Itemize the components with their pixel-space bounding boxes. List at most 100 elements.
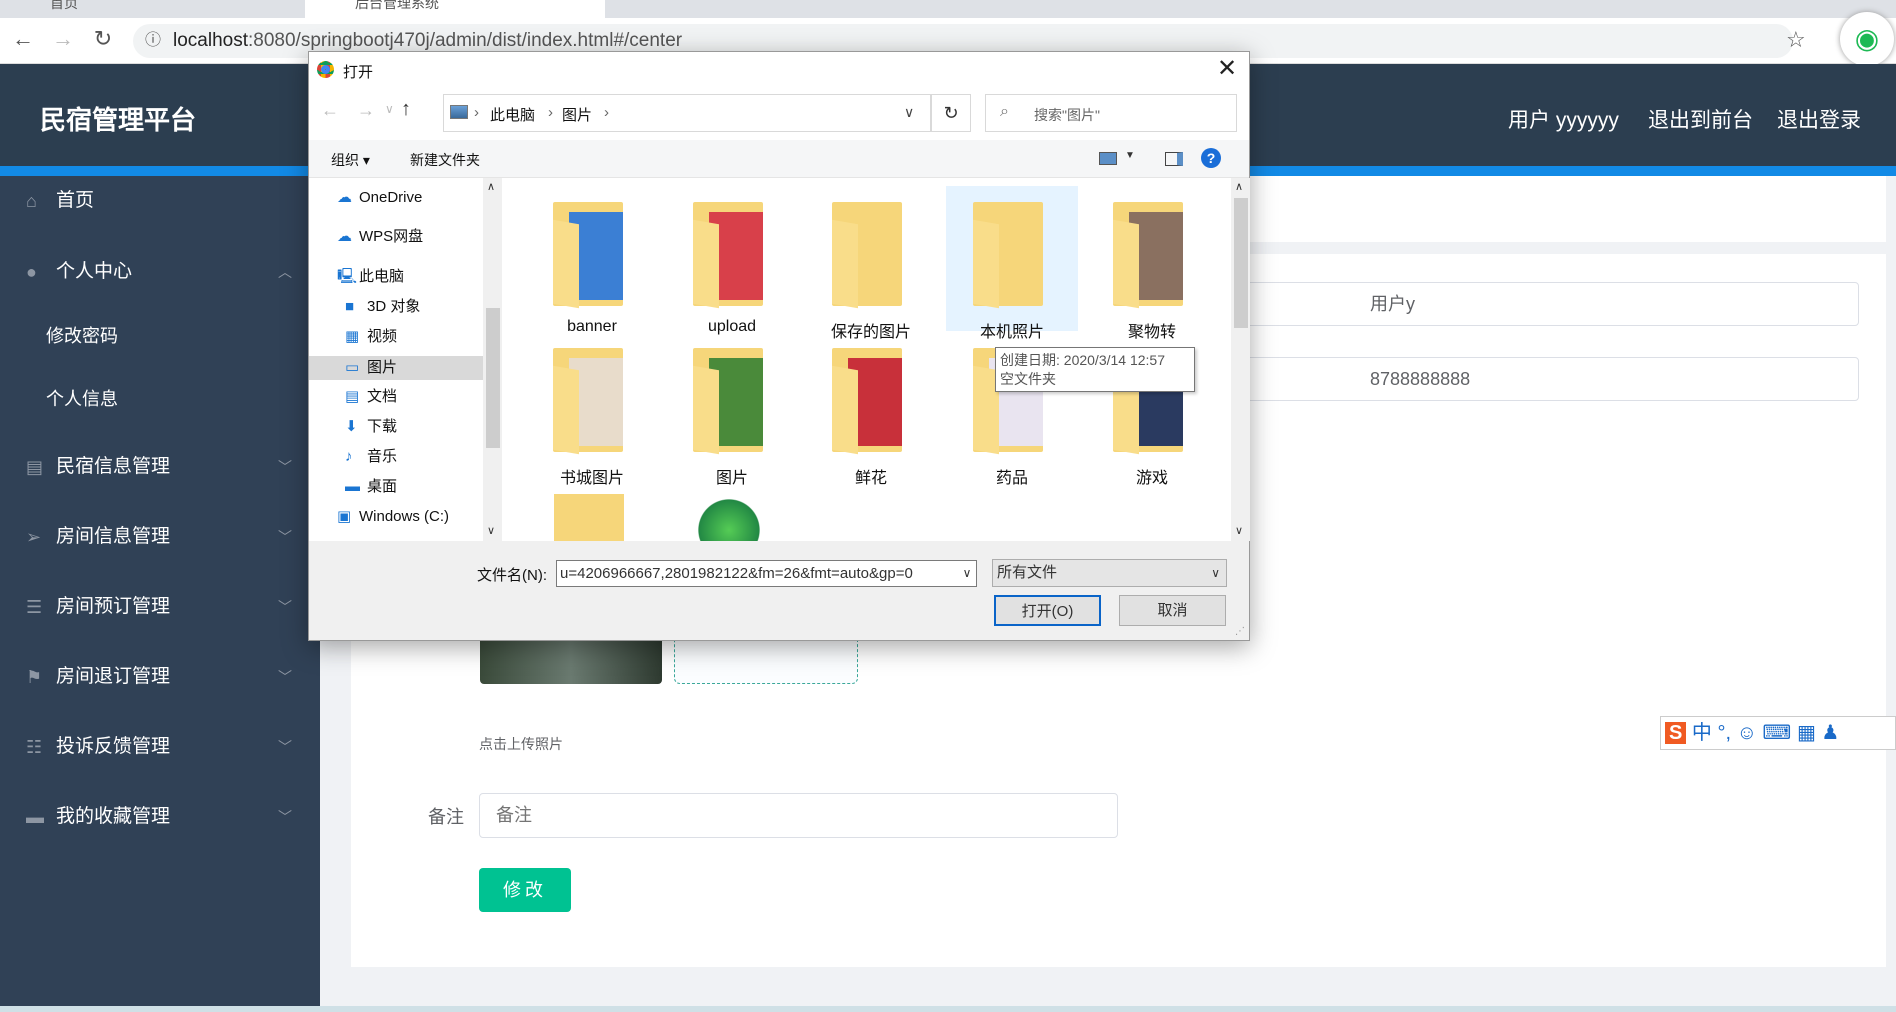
tooltip-description: 空文件夹 <box>1000 371 1056 387</box>
sidebar-item-feedback[interactable]: ☷ 投诉反馈管理 ﹀ <box>0 727 320 767</box>
folder-icon <box>1113 202 1191 309</box>
logout-link[interactable]: 退出登录 <box>1777 104 1861 134</box>
sidebar-item-label: 房间信息管理 <box>56 526 171 547</box>
folder-item[interactable]: 书城图片 <box>522 348 662 488</box>
refresh-icon[interactable]: ↻ <box>931 94 971 132</box>
forward-icon[interactable]: → <box>357 100 375 121</box>
filename-value: u=4206966667,2801982122&fm=26&fmt=auto&g… <box>560 565 913 582</box>
chevron-down-icon: ﹀ <box>278 529 292 545</box>
sidebar-item-label: 修改密码 <box>46 326 118 346</box>
sidebar-item-personal-info[interactable]: 个人信息 <box>0 379 320 419</box>
nav-item[interactable]: ☁ WPS网盘 <box>337 225 423 249</box>
file-type-select[interactable]: 所有文件 ∨ <box>992 559 1227 587</box>
folder-item[interactable]: 保存的图片 <box>801 202 941 342</box>
open-button[interactable]: 打开(O) <box>994 595 1101 626</box>
back-icon[interactable]: ← <box>8 26 38 52</box>
recent-chevron-icon[interactable]: ∨ <box>385 102 394 116</box>
folder-item[interactable]: 图片 <box>662 348 802 488</box>
sidebar-item-room-info[interactable]: ➢ 房间信息管理 ﹀ <box>0 517 320 557</box>
send-icon: ➢ <box>26 527 42 547</box>
nav-scrollbar[interactable]: ∧ ∨ <box>483 178 502 541</box>
preview-pane-icon[interactable] <box>1165 152 1183 166</box>
breadcrumb-bar[interactable]: › 此电脑 › 图片 › ∨ <box>443 94 931 132</box>
nav-item[interactable]: ▤ 文档 <box>345 385 397 409</box>
cloud-icon: ☁ <box>337 228 352 245</box>
forward-icon[interactable]: → <box>48 26 78 52</box>
document-icon: ▤ <box>345 388 360 405</box>
upload-hint: 点击上传照片 <box>479 736 563 752</box>
cube-icon: ■ <box>345 298 355 315</box>
view-options-icon[interactable] <box>1099 152 1117 165</box>
folder-item[interactable]: 聚物转 <box>1082 202 1222 342</box>
browser-tab-active[interactable]: 后台管理系统 <box>305 0 605 18</box>
navigation-pane: ☁ OneDrive ☁ WPS网盘 🖳 此电脑 ■ 3D 对象 ▦ 视频 ▭ 图片 ▤ 文档 ⬇ 下载 ♪ 音乐… <box>309 178 483 541</box>
ime-toolbar[interactable]: S 中 °, ☺ ⌨ ▦ ♟ <box>1660 716 1896 750</box>
chevron-down-icon[interactable]: ∨ <box>958 561 976 586</box>
chevron-down-icon[interactable]: ▼ <box>1125 150 1135 161</box>
home-icon: ⌂ <box>26 191 37 211</box>
nav-item[interactable]: ▦ 视频 <box>345 325 397 349</box>
sidebar-item-home[interactable]: ⌂ 首页 <box>0 181 320 221</box>
folder-icon[interactable] <box>554 494 624 541</box>
folder-label: 本机照片 <box>979 324 1044 341</box>
up-icon[interactable]: ↑ <box>401 98 411 121</box>
sidebar-item-personal-center[interactable]: ● 个人中心 ︿ <box>0 252 320 292</box>
sidebar-item-favorites[interactable]: ▬ 我的收藏管理 ﹀ <box>0 797 320 837</box>
folder-icon <box>693 348 771 455</box>
exit-to-front-link[interactable]: 退出到前台 <box>1648 104 1753 134</box>
dialog-titlebar: 打开 ✕ <box>309 52 1249 88</box>
nav-item[interactable]: ☁ OneDrive <box>337 186 422 210</box>
submit-button[interactable]: 修改 <box>479 868 571 912</box>
pictures-icon <box>450 105 468 119</box>
resize-grip-icon[interactable]: ⋰ <box>1235 626 1245 637</box>
sidebar-item-homestay-info[interactable]: ▤ 民宿信息管理 ﹀ <box>0 447 320 487</box>
sidebar: ⌂ 首页 ● 个人中心 ︿ 修改密码 个人信息 ▤ 民宿信息管理 ﹀ ➢ 房间信息管理 ﹀ ☰… <box>0 176 320 1012</box>
clipboard-icon: ▤ <box>26 457 44 477</box>
help-icon[interactable]: ? <box>1201 148 1221 168</box>
folder-item[interactable]: 本机照片 <box>946 186 1078 341</box>
wifi-icon[interactable]: ◉ <box>1840 12 1894 66</box>
app-icon[interactable] <box>694 494 764 541</box>
chrome-icon <box>317 61 334 78</box>
folder-label: 聚物转 <box>1127 324 1176 341</box>
monitor-icon: ▬ <box>26 807 44 827</box>
file-type-value: 所有文件 <box>997 564 1058 581</box>
sidebar-item-change-password[interactable]: 修改密码 <box>0 316 320 356</box>
nav-item[interactable]: ▬ 桌面 <box>345 475 397 499</box>
search-input[interactable]: ⌕ 搜索"图片" <box>985 94 1237 132</box>
files-scrollbar[interactable]: ∧ ∨ <box>1231 178 1250 541</box>
sidebar-item-room-cancel[interactable]: ⚑ 房间退订管理 ﹀ <box>0 657 320 697</box>
back-icon[interactable]: ← <box>321 100 339 121</box>
sidebar-item-label: 房间预订管理 <box>56 596 171 617</box>
nav-item-label: 文档 <box>367 388 398 405</box>
nav-item[interactable]: ♪ 音乐 <box>345 445 397 469</box>
folder-item[interactable]: banner <box>522 202 662 336</box>
breadcrumb-item[interactable]: 图片 <box>562 104 592 125</box>
chevron-down-icon[interactable]: ∨ <box>904 104 914 121</box>
bookmark-star-icon[interactable]: ☆ <box>1786 27 1806 53</box>
folder-item[interactable]: upload <box>662 202 802 336</box>
filename-input[interactable]: u=4206966667,2801982122&fm=26&fmt=auto&g… <box>556 560 977 587</box>
chevron-down-icon: ﹀ <box>278 599 292 615</box>
tab-label: 首页 <box>50 0 78 11</box>
nav-item[interactable]: 🖳 此电脑 <box>337 265 404 289</box>
browser-tab[interactable]: 首页 <box>0 0 300 18</box>
nav-item[interactable]: ■ 3D 对象 <box>345 295 420 319</box>
computer-icon: 🖳 <box>337 268 358 285</box>
reload-icon[interactable]: ↻ <box>88 26 118 52</box>
folder-label: 书城图片 <box>559 470 624 487</box>
nav-item[interactable]: ⬇ 下载 <box>345 415 397 439</box>
remark-input[interactable] <box>479 793 1118 838</box>
nav-item-label: 视频 <box>367 328 398 345</box>
folder-item[interactable]: 鲜花 <box>801 348 941 488</box>
nav-item[interactable]: ▣ Windows (C:) <box>337 505 449 529</box>
organize-button[interactable]: 组织 ▾ <box>331 150 370 170</box>
cancel-button[interactable]: 取消 <box>1119 595 1226 626</box>
nav-item[interactable]: ▭ 图片 <box>309 356 483 380</box>
info-icon: ⓘ <box>145 32 162 49</box>
breadcrumb-item[interactable]: 此电脑 <box>490 104 535 125</box>
sidebar-item-room-booking[interactable]: ☰ 房间预订管理 ﹀ <box>0 587 320 627</box>
current-user: 用户 yyyyyy <box>1508 109 1619 132</box>
new-folder-button[interactable]: 新建文件夹 <box>410 150 480 170</box>
close-icon[interactable]: ✕ <box>1217 54 1237 83</box>
